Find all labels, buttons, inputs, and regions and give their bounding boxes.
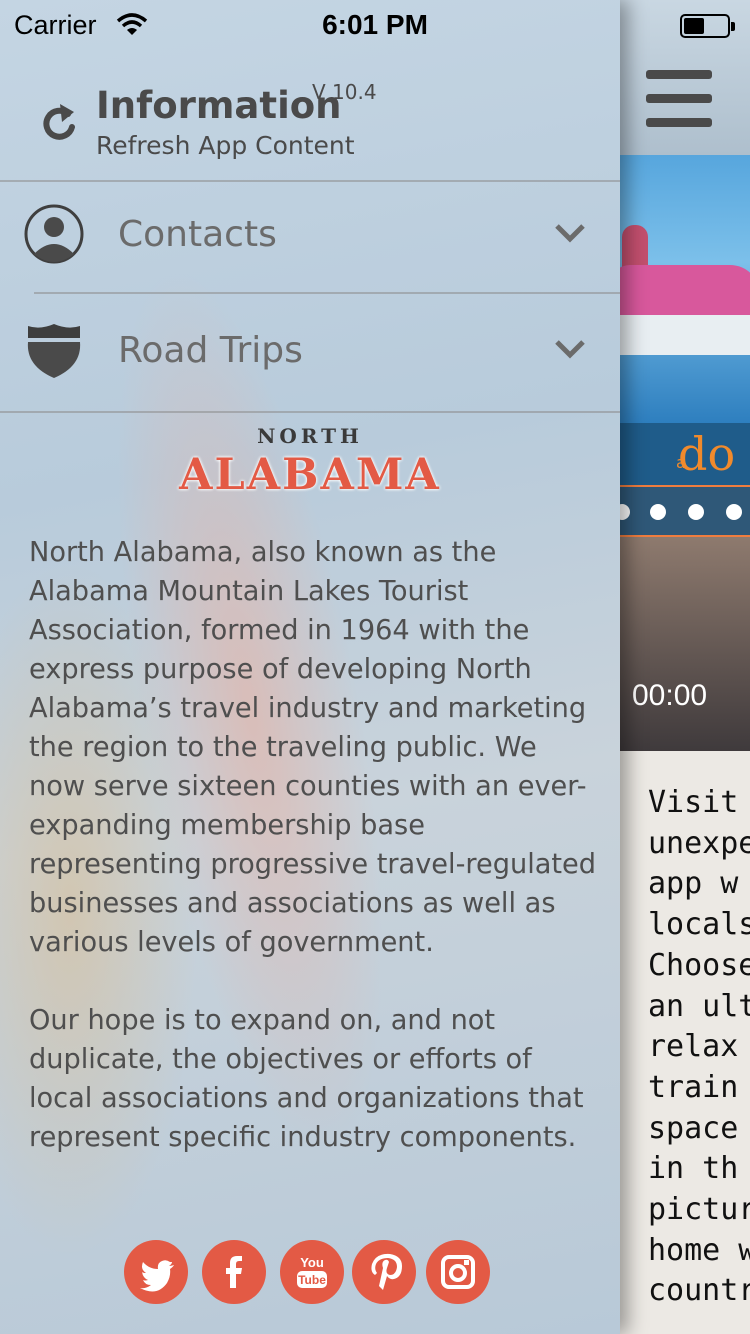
svg-text:Tube: Tube (298, 1273, 326, 1287)
description-paragraph: Our hope is to expand on, and not duplic… (29, 1005, 584, 1153)
instagram-button[interactable] (426, 1240, 490, 1304)
youtube-button[interactable]: You Tube (280, 1240, 344, 1304)
social-links: You Tube (0, 1240, 620, 1306)
video-player[interactable]: 00:00 (620, 537, 750, 751)
menu-item-label: Contacts (118, 214, 277, 255)
brand-banner: a do (620, 423, 750, 485)
hamburger-menu-icon[interactable] (646, 70, 712, 130)
side-drawer: Information V 10.4 Refresh App Content C… (0, 0, 620, 1334)
logo-main-text: ALABAMA (179, 450, 441, 500)
main-body-line: app w (648, 866, 739, 902)
divider (34, 292, 620, 294)
twitter-button[interactable] (124, 1240, 188, 1304)
info-title: Information (96, 84, 342, 127)
divider (0, 411, 620, 413)
hero-image[interactable] (620, 155, 750, 423)
menu-item-label: Road Trips (118, 330, 303, 371)
facebook-button[interactable] (202, 1240, 266, 1304)
info-subtitle: Refresh App Content (96, 131, 355, 160)
page-dot[interactable] (726, 504, 742, 520)
main-body-line: unexpe (648, 825, 750, 861)
main-body-line: relax a (648, 1029, 750, 1065)
main-body-line: Visit N (648, 785, 750, 820)
page-dot[interactable] (620, 504, 630, 520)
refresh-content-button[interactable]: Information V 10.4 Refresh App Content (0, 60, 620, 180)
banner-text: do (678, 427, 736, 481)
main-body-line: locals (648, 907, 750, 943)
main-body-line: space (648, 1110, 739, 1146)
main-body-line: train b (648, 1069, 750, 1105)
about-description: North Alabama, also known as the Alabama… (29, 533, 599, 1226)
video-time: 00:00 (632, 679, 708, 712)
main-body-line: countr (648, 1273, 750, 1309)
app-version: V 10.4 (312, 80, 377, 104)
twitter-icon (140, 1260, 174, 1292)
main-body-line: Choose (648, 947, 750, 983)
main-content: a do 00:00 Visit N unexpe app w locals Choos… (620, 0, 750, 1334)
clock: 6:01 PM (322, 9, 428, 40)
main-body-line: home w (648, 1232, 750, 1268)
pinterest-icon (371, 1253, 402, 1290)
carousel-page-indicator[interactable] (620, 485, 750, 537)
youtube-icon: You Tube (297, 1255, 327, 1288)
status-bar: Carrier 6:01 PM (0, 0, 750, 50)
logo-top-text: NORTH (257, 424, 363, 448)
pinterest-button[interactable] (352, 1240, 416, 1304)
instagram-icon (441, 1255, 475, 1289)
main-body-text: Visit N unexpe app w locals Choose an ulti rel… (648, 783, 750, 1312)
description-paragraph: North Alabama, also known as the Alabama… (29, 537, 597, 958)
facebook-icon (226, 1256, 242, 1288)
svg-text:You: You (300, 1255, 324, 1270)
highway-shield-icon (27, 324, 81, 378)
chevron-down-icon[interactable] (554, 338, 586, 360)
refresh-icon (43, 104, 75, 140)
north-alabama-logo: NORTH ALABAMA (0, 424, 620, 506)
menu-item-road-trips[interactable]: Road Trips (0, 296, 620, 408)
battery-icon (680, 14, 735, 38)
chevron-down-icon[interactable] (554, 222, 586, 244)
page-dot[interactable] (650, 504, 666, 520)
main-body-line: in th (648, 1151, 739, 1187)
main-body-line: an ulti (648, 988, 750, 1024)
person-icon (24, 204, 84, 264)
menu-item-contacts[interactable]: Contacts (0, 180, 620, 292)
main-body-line: picture (648, 1192, 750, 1228)
page-dot[interactable] (688, 504, 704, 520)
